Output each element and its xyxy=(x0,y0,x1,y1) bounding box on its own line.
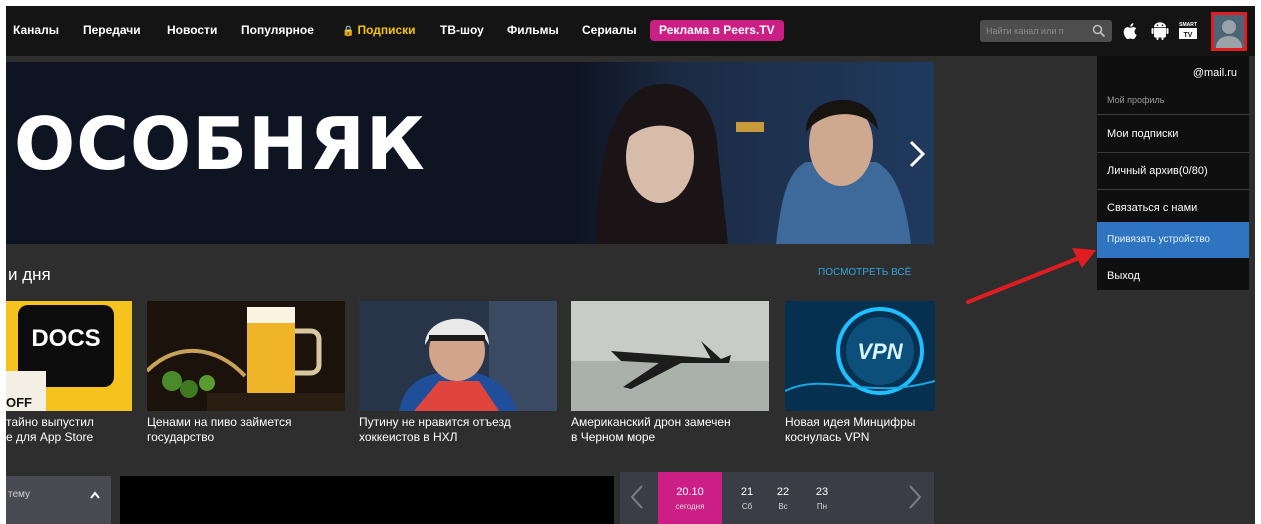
menu-my-profile[interactable]: Мой профиль xyxy=(1107,95,1164,105)
news-caption: Путину не нравится отъезд хоккеистов в Н… xyxy=(359,415,511,444)
topic-select-label: тему xyxy=(8,489,31,500)
news-thumbnail: DOCS OFF xyxy=(6,301,132,411)
menu-personal-archive[interactable]: Личный архив(0/80) xyxy=(1097,153,1249,189)
menu-my-subscriptions[interactable]: Мои подписки xyxy=(1097,116,1249,152)
apple-icon[interactable] xyxy=(1120,20,1142,42)
search-icon[interactable] xyxy=(1092,24,1106,38)
android-icon[interactable] xyxy=(1149,20,1171,42)
day-today[interactable]: 20.10 сегодня xyxy=(658,472,722,524)
banner-poster-image xyxy=(576,62,934,244)
day-date: 22 xyxy=(776,486,790,498)
advertising-button[interactable]: Реклама в Peers.TV xyxy=(650,20,784,41)
nav-channels[interactable]: Каналы xyxy=(13,23,59,37)
top-navigation: Каналы Передачи Новости Популярное 🔒 Подп… xyxy=(6,6,1255,56)
menu-logout[interactable]: Выход xyxy=(1097,258,1249,294)
day-weekday: сегодня xyxy=(675,502,705,511)
day-weekday: Пн xyxy=(816,502,828,511)
date-next-arrow-icon[interactable] xyxy=(908,484,922,510)
user-email: @mail.ru xyxy=(1192,67,1237,79)
nav-programs[interactable]: Передачи xyxy=(83,23,141,37)
news-card[interactable]: VPN Новая идея Минцифры коснулась VPN xyxy=(785,301,935,466)
menu-link-device[interactable]: Привязать устройство xyxy=(1097,222,1249,258)
user-dropdown-menu: @mail.ru Мой профиль Мои подписки Личный… xyxy=(1097,56,1249,290)
news-thumbnail xyxy=(571,301,769,411)
thumb-text-off: OFF xyxy=(6,395,32,410)
day-date: 23 xyxy=(815,486,829,498)
news-card[interactable]: Американский дрон замечен в Черном море xyxy=(571,301,769,466)
smart-tv-icon[interactable]: SMART TV xyxy=(1177,20,1199,42)
news-card[interactable]: DOCS OFF тайно выпустил е для App Store xyxy=(6,301,132,466)
nav-tv-shows[interactable]: ТВ-шоу xyxy=(440,23,484,37)
date-prev-arrow-icon[interactable] xyxy=(630,484,644,510)
news-caption: Американский дрон замечен в Черном море xyxy=(571,415,731,444)
news-thumbnail xyxy=(359,301,557,411)
lock-icon: 🔒 xyxy=(342,26,355,37)
search-input[interactable] xyxy=(980,20,1086,42)
day-item[interactable]: 23 Пн xyxy=(801,472,843,524)
search-box[interactable] xyxy=(980,20,1112,42)
news-card[interactable]: Путину не нравится отъезд хоккеистов в Н… xyxy=(359,301,557,466)
svg-text:TV: TV xyxy=(1184,32,1193,39)
day-item[interactable]: 22 Вс xyxy=(762,472,804,524)
nav-popular[interactable]: Популярное xyxy=(241,23,314,37)
nav-subscriptions-label: Подписки xyxy=(357,23,416,37)
news-thumbnail: VPN xyxy=(785,301,935,411)
thumb-text-docs: DOCS xyxy=(31,325,100,352)
nav-subscriptions[interactable]: 🔒 Подписки xyxy=(342,23,416,37)
day-weekday: Вс xyxy=(778,502,788,511)
banner-title: ОСОБНЯК xyxy=(14,102,426,186)
see-all-link[interactable]: посмотреть всё xyxy=(818,267,911,278)
video-player-area[interactable] xyxy=(120,476,614,524)
banner-next-arrow-icon[interactable] xyxy=(904,138,928,170)
topic-select[interactable]: тему xyxy=(6,476,111,524)
nav-movies[interactable]: Фильмы xyxy=(507,23,559,37)
menu-contact-us[interactable]: Связаться с нами xyxy=(1097,190,1249,226)
news-thumbnail xyxy=(147,301,345,411)
annotation-arrow-icon xyxy=(966,248,1096,304)
menu-divider xyxy=(1097,114,1249,115)
day-date: 20.10 xyxy=(676,486,704,498)
news-caption: Новая идея Минцифры коснулась VPN xyxy=(785,415,916,444)
app-window: Каналы Передачи Новости Популярное 🔒 Подп… xyxy=(6,6,1255,524)
news-card[interactable]: Ценами на пиво займется государство xyxy=(147,301,345,466)
user-avatar-icon xyxy=(1214,15,1244,48)
date-selector: 20.10 сегодня 21 Сб 22 Вс 23 Пн xyxy=(620,472,934,524)
nav-news[interactable]: Новости xyxy=(167,23,217,37)
svg-text:SMART: SMART xyxy=(1179,22,1197,28)
hero-banner[interactable]: ОСОБНЯК xyxy=(6,62,934,244)
news-caption: Ценами на пиво займется государство xyxy=(147,415,292,444)
thumb-text-vpn: VPN xyxy=(857,339,903,364)
chevron-up-icon xyxy=(90,491,100,499)
section-title: и дня xyxy=(8,265,51,284)
user-avatar-button[interactable] xyxy=(1211,12,1247,51)
nav-series[interactable]: Сериалы xyxy=(582,23,637,37)
